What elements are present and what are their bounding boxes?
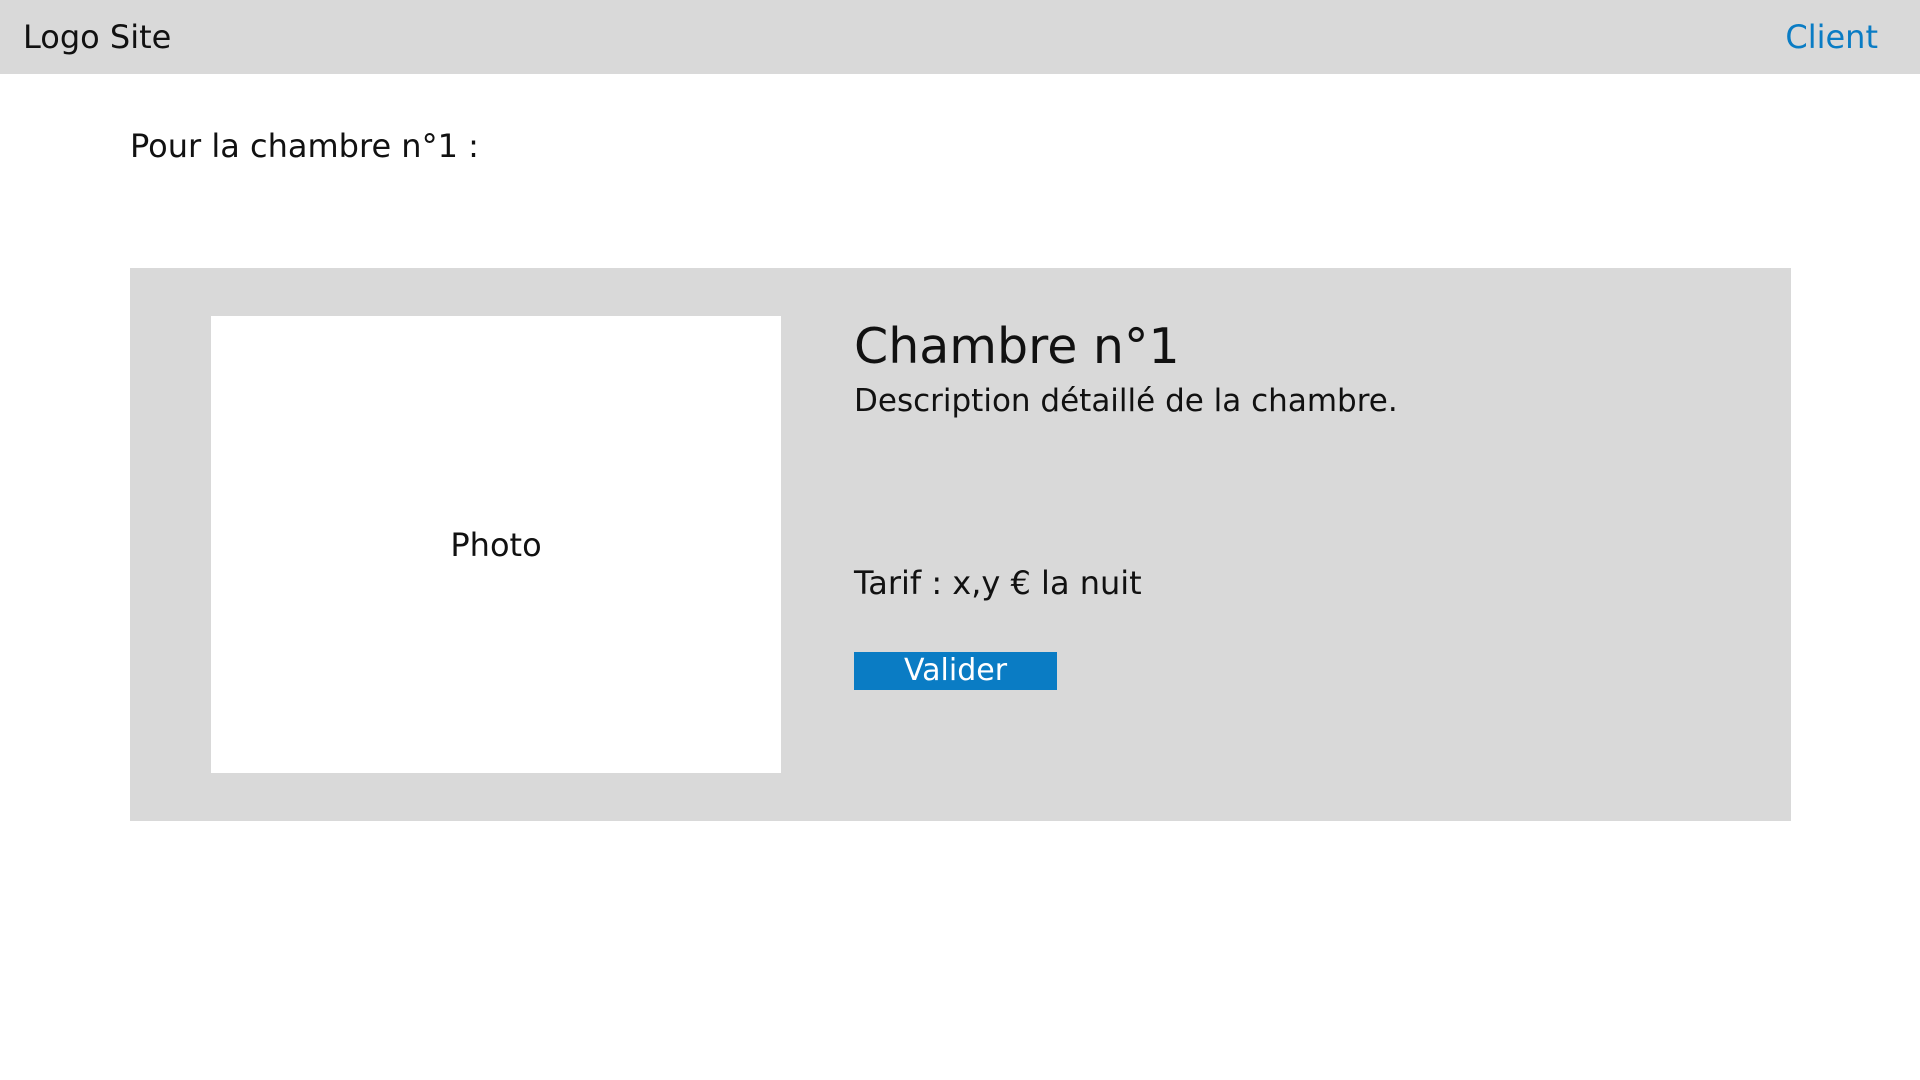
room-title: Chambre n°1: [854, 318, 1180, 375]
client-link[interactable]: Client: [1785, 0, 1878, 74]
room-card: Photo Chambre n°1 Description détaillé d…: [130, 268, 1791, 821]
room-price: Tarif : x,y € la nuit: [854, 564, 1142, 602]
photo-label: Photo: [450, 525, 542, 564]
room-intro-text: Pour la chambre n°1 :: [130, 127, 479, 165]
room-photo-placeholder: Photo: [211, 316, 781, 773]
site-logo[interactable]: Logo Site: [23, 0, 171, 74]
validate-button[interactable]: Valider: [854, 652, 1057, 690]
top-header: Logo Site Client: [0, 0, 1920, 74]
room-description: Description détaillé de la chambre.: [854, 383, 1398, 419]
